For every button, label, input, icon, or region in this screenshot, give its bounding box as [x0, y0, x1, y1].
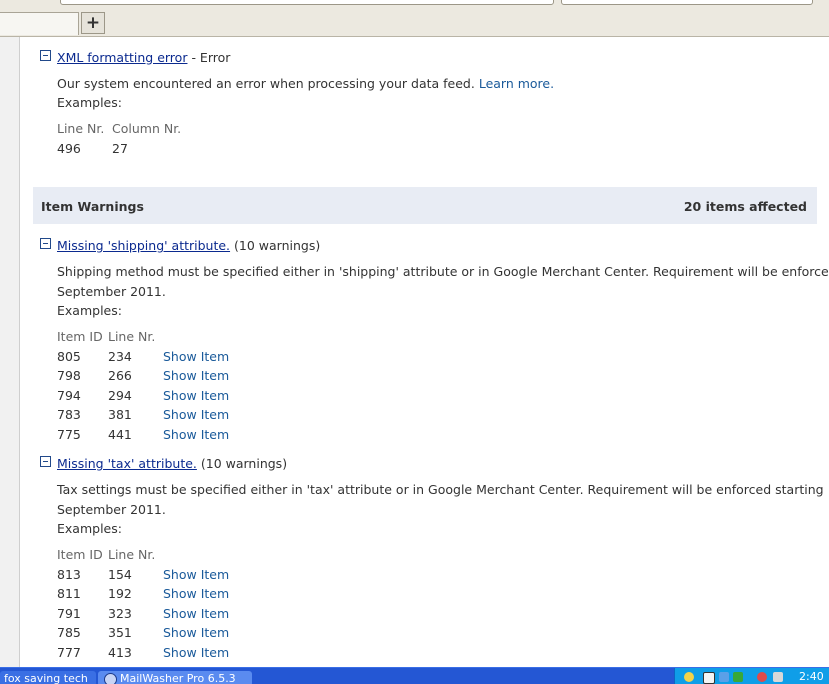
show-item-link[interactable]: Show Item — [163, 427, 229, 442]
table-cell: 381 — [108, 407, 132, 422]
item-warnings-header: Item Warnings 20 items affected — [33, 187, 817, 224]
table-cell: 413 — [108, 645, 132, 660]
mailwasher-icon — [104, 673, 117, 684]
table-cell: 192 — [108, 586, 132, 601]
show-item-link[interactable]: Show Item — [163, 368, 229, 383]
xml-error-description: Our system encountered an error when pro… — [57, 76, 555, 91]
xml-error-header: XML formatting error - Error — [40, 50, 230, 66]
tax-description: Tax settings must be specified either in… — [57, 482, 824, 497]
column-header: Line Nr. — [108, 547, 156, 562]
table-cell: 811 — [57, 586, 81, 601]
keyboard-icon[interactable] — [773, 672, 783, 682]
table-cell: 294 — [108, 388, 132, 403]
shipping-description-cont: September 2011. — [57, 284, 166, 299]
table-cell: 794 — [57, 388, 81, 403]
mail-tray-icon[interactable] — [703, 672, 715, 684]
table-cell: 496 — [57, 141, 81, 156]
shipping-description: Shipping method must be specified either… — [57, 264, 829, 279]
browser-tab-strip: + — [0, 0, 829, 37]
shipping-warning-link[interactable]: Missing 'shipping' attribute. — [57, 238, 230, 253]
tax-examples-label: Examples: — [57, 521, 122, 536]
items-affected-count: 20 items affected — [683, 199, 807, 214]
tax-description-cont: September 2011. — [57, 502, 166, 517]
table-cell: 783 — [57, 407, 81, 422]
taskbar-button-firefox[interactable]: fox saving tech — [0, 671, 96, 684]
address-bar-edge[interactable] — [60, 0, 554, 5]
table-cell: 441 — [108, 427, 132, 442]
taskbar: fox saving tech MailWasher Pro 6.5.3 2:4… — [0, 667, 829, 684]
table-cell: 234 — [108, 349, 132, 364]
search-bar-edge[interactable] — [561, 0, 813, 5]
checkmark-icon[interactable] — [733, 672, 743, 682]
warning-count: (10 warnings) — [200, 456, 288, 471]
tax-warning-header: Missing 'tax' attribute. (10 warnings) — [40, 456, 287, 472]
browser-tab[interactable] — [0, 12, 79, 35]
table-cell: 775 — [57, 427, 81, 442]
section-title: Item Warnings — [41, 199, 144, 214]
table-cell: 27 — [112, 141, 128, 156]
table-cell: 351 — [108, 625, 132, 640]
table-cell: 785 — [57, 625, 81, 640]
show-item-link[interactable]: Show Item — [163, 388, 229, 403]
xml-error-severity: - Error — [191, 50, 231, 65]
collapse-icon[interactable] — [40, 238, 51, 249]
collapse-icon[interactable] — [40, 50, 51, 61]
shipping-examples-label: Examples: — [57, 303, 122, 318]
collapse-icon[interactable] — [40, 456, 51, 467]
xml-error-link[interactable]: XML formatting error — [57, 50, 187, 65]
show-item-link[interactable]: Show Item — [163, 645, 229, 660]
network-icon[interactable] — [719, 672, 729, 682]
column-header: Item ID — [57, 329, 103, 344]
taskbar-button-mailwasher[interactable]: MailWasher Pro 6.5.3 — [98, 671, 252, 684]
xml-examples-label: Examples: — [57, 95, 122, 110]
security-icon[interactable] — [757, 672, 767, 682]
column-header: Column Nr. — [112, 121, 182, 136]
show-item-link[interactable]: Show Item — [163, 407, 229, 422]
table-cell: 798 — [57, 368, 81, 383]
table-cell: 777 — [57, 645, 81, 660]
shipping-warning-header: Missing 'shipping' attribute. (10 warnin… — [40, 238, 320, 254]
table-cell: 805 — [57, 349, 81, 364]
column-header: Line Nr. — [108, 329, 156, 344]
show-item-link[interactable]: Show Item — [163, 625, 229, 640]
tax-warning-link[interactable]: Missing 'tax' attribute. — [57, 456, 197, 471]
warning-count: (10 warnings) — [234, 238, 321, 253]
table-cell: 791 — [57, 606, 81, 621]
system-tray: 2:40 P — [674, 668, 829, 684]
learn-more-link[interactable]: Learn more. — [479, 76, 554, 91]
show-item-link[interactable]: Show Item — [163, 567, 229, 582]
clock[interactable]: 2:40 P — [799, 670, 829, 684]
show-item-link[interactable]: Show Item — [163, 606, 229, 621]
table-cell: 323 — [108, 606, 132, 621]
show-item-link[interactable]: Show Item — [163, 349, 229, 364]
new-tab-button[interactable]: + — [81, 12, 105, 34]
show-item-link[interactable]: Show Item — [163, 586, 229, 601]
table-cell: 813 — [57, 567, 81, 582]
left-gutter — [0, 37, 20, 667]
table-cell: 154 — [108, 567, 132, 582]
column-header: Item ID — [57, 547, 103, 562]
smiley-icon[interactable] — [684, 672, 694, 682]
column-header: Line Nr. — [57, 121, 105, 136]
table-cell: 266 — [108, 368, 132, 383]
diagnostics-content: XML formatting error - Error Our system … — [20, 37, 829, 667]
